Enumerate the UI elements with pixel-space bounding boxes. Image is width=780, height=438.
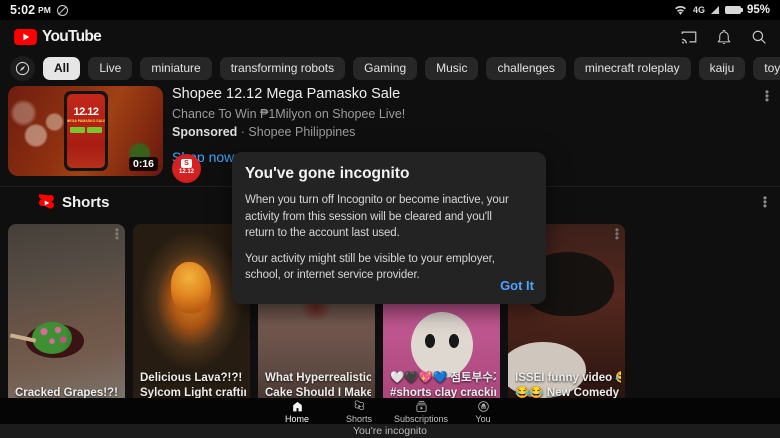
short-caption: Delicious Lava?!?! Sylcom Light craftin… xyxy=(140,372,246,399)
chip-all[interactable]: All xyxy=(43,56,81,80)
chip-challenges[interactable]: challenges xyxy=(486,56,566,80)
ad-thumb-small-text: MEGA PAMASKO SALE xyxy=(67,119,105,123)
dialog-body-paragraph: When you turn off Incognito or become in… xyxy=(245,194,509,239)
chip-minecraft-roleplay[interactable]: minecraft roleplay xyxy=(573,56,691,80)
ad-options-icon[interactable]: • • • xyxy=(762,86,772,106)
nav-shorts[interactable]: Shorts xyxy=(331,398,387,424)
nav-subscriptions[interactable]: Subscriptions xyxy=(393,398,449,424)
advertiser-name: Shopee Philippines xyxy=(248,125,356,139)
video-duration-badge: 0:16 xyxy=(128,157,158,171)
mute-icon xyxy=(56,4,68,16)
youtube-wordmark: YouTube xyxy=(42,28,102,45)
sponsored-label: Sponsored xyxy=(172,125,238,139)
ad-subtitle: Chance To Win ₱1Milyon on Shopee Live! xyxy=(172,107,406,121)
shorts-section-options-icon[interactable]: • • • xyxy=(760,192,770,212)
network-type-label: 4G xyxy=(692,5,705,15)
got-it-button[interactable]: Got It xyxy=(500,278,534,293)
youtube-play-icon xyxy=(14,29,37,45)
battery-percent: 95% xyxy=(746,4,770,16)
shorts-section-title: Shorts xyxy=(62,194,110,211)
chip-music[interactable]: Music xyxy=(425,56,479,80)
ad-thumbnail[interactable]: 12.12 MEGA PAMASKO SALE 0:16 xyxy=(8,86,163,176)
ad-sponsored-line: Sponsored · Shopee Philippines xyxy=(172,125,356,139)
clock-meridiem: PM xyxy=(38,5,51,15)
shorts-logo-icon xyxy=(38,194,54,209)
notifications-icon[interactable] xyxy=(715,28,733,46)
cast-icon[interactable] xyxy=(680,28,698,46)
incognito-dialog: You've gone incognito When you turn off … xyxy=(232,152,546,304)
signal-icon xyxy=(710,6,719,14)
nav-home[interactable]: Home xyxy=(269,398,325,424)
shopee-bag-icon: S xyxy=(181,159,192,168)
nav-you[interactable]: You xyxy=(455,398,511,424)
compass-icon xyxy=(15,61,30,75)
incognito-status-text: You're incognito xyxy=(352,425,427,437)
thumbnail-art xyxy=(32,322,72,354)
advertiser-avatar[interactable]: S 12.12 xyxy=(172,154,201,183)
ad-thumbnail-phone-art: 12.12 MEGA PAMASKO SALE xyxy=(64,91,108,171)
home-icon xyxy=(292,401,302,412)
wifi-icon xyxy=(675,5,686,15)
bottom-navigation-bar: Home Shorts Subscriptions You xyxy=(0,398,780,424)
chip-toy-unboxing[interactable]: toy unboxing xyxy=(753,56,780,80)
chip-live[interactable]: Live xyxy=(88,56,133,80)
incognito-status-bar: You're incognito xyxy=(0,424,780,438)
dialog-title: You've gone incognito xyxy=(245,165,410,182)
thumbnail-art xyxy=(411,312,473,378)
youtube-app-screen: 5:02 PM 4G 95% YouTube All Live miniatur… xyxy=(0,0,780,438)
thumbnail-art xyxy=(425,334,435,348)
clock: 5:02 xyxy=(10,3,36,17)
explore-compass-chip[interactable] xyxy=(10,55,35,81)
chip-miniature[interactable]: miniature xyxy=(140,56,212,80)
status-bar: 5:02 PM 4G 95% xyxy=(0,0,780,20)
thumbnail-art xyxy=(171,262,211,314)
youtube-logo[interactable]: YouTube xyxy=(14,28,102,46)
chip-transforming-robots[interactable]: transforming robots xyxy=(219,56,346,80)
short-options-icon[interactable]: ••• xyxy=(112,224,122,244)
filter-chips-row: All Live miniature transforming robots G… xyxy=(0,55,780,81)
ad-title[interactable]: Shopee 12.12 Mega Pamasko Sale xyxy=(172,86,602,102)
incognito-avatar-icon xyxy=(477,401,489,412)
short-caption: 🤍🖤💖💙 점토부수기 #shorts clay crackin… xyxy=(390,372,496,399)
chip-kaiju[interactable]: kaiju xyxy=(698,56,746,80)
dialog-body-paragraph: Your activity might still be visible to … xyxy=(245,252,495,282)
short-video-card[interactable]: • • • Cracked Grapes!?! xyxy=(8,224,125,406)
chip-gaming[interactable]: Gaming xyxy=(353,56,418,80)
thumbnail-art xyxy=(449,334,459,348)
search-icon[interactable] xyxy=(750,28,768,46)
ad-thumb-big-text: 12.12 xyxy=(73,106,99,118)
short-caption: What Hyperrealistic Cake Should I Make … xyxy=(265,372,371,399)
shorts-nav-icon xyxy=(354,400,364,411)
short-caption: ISSEI funny video 😂 😂😂 New Comedy R… xyxy=(515,372,621,399)
short-options-icon[interactable]: ••• xyxy=(612,224,622,244)
subscriptions-icon xyxy=(415,400,427,412)
app-header: YouTube xyxy=(0,20,780,54)
battery-icon xyxy=(724,6,744,14)
